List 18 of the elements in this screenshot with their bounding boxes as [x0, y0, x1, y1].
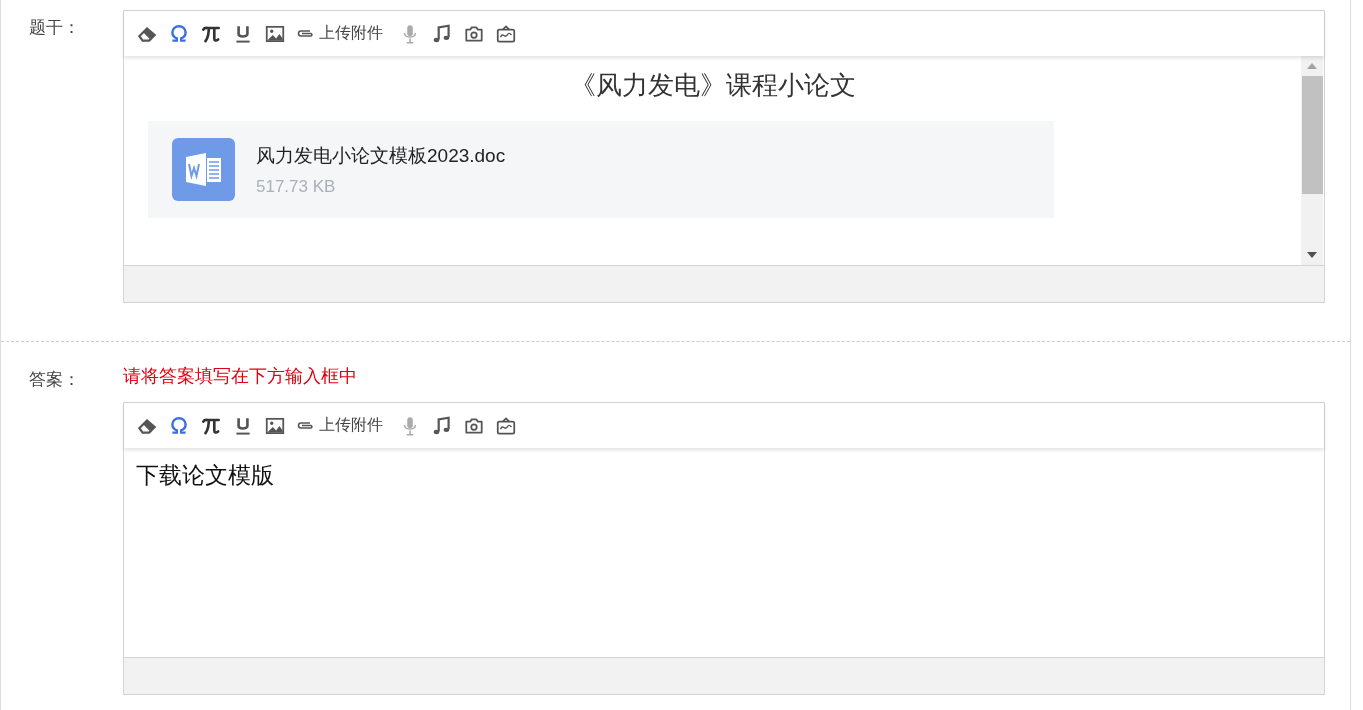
- word-file-icon: [172, 138, 235, 201]
- attachment-card[interactable]: 风力发电小论文模板2023.doc 517.73 KB: [148, 121, 1054, 218]
- hint-text: 请将答案填写在下方输入框中: [123, 365, 358, 388]
- music-note-icon[interactable]: [431, 414, 453, 437]
- omega-icon[interactable]: [168, 22, 190, 45]
- file-name: 风力发电小论文模板2023.doc: [256, 143, 506, 168]
- music-note-icon[interactable]: [431, 22, 453, 45]
- answer-text: 下载论文模版: [136, 461, 275, 490]
- scrollbar[interactable]: [1301, 56, 1323, 265]
- field-label: 答案：: [29, 369, 81, 391]
- paperclip-icon: [296, 27, 316, 40]
- upload-attachment-button[interactable]: 上传附件: [296, 415, 383, 436]
- document-title: 《风力发电》课程小论文: [568, 70, 857, 102]
- paperclip-icon: [296, 419, 316, 432]
- field-label: 题干：: [29, 17, 81, 39]
- upload-attachment-button[interactable]: 上传附件: [296, 23, 383, 44]
- file-size: 517.73 KB: [256, 176, 337, 197]
- omega-icon[interactable]: [168, 414, 190, 437]
